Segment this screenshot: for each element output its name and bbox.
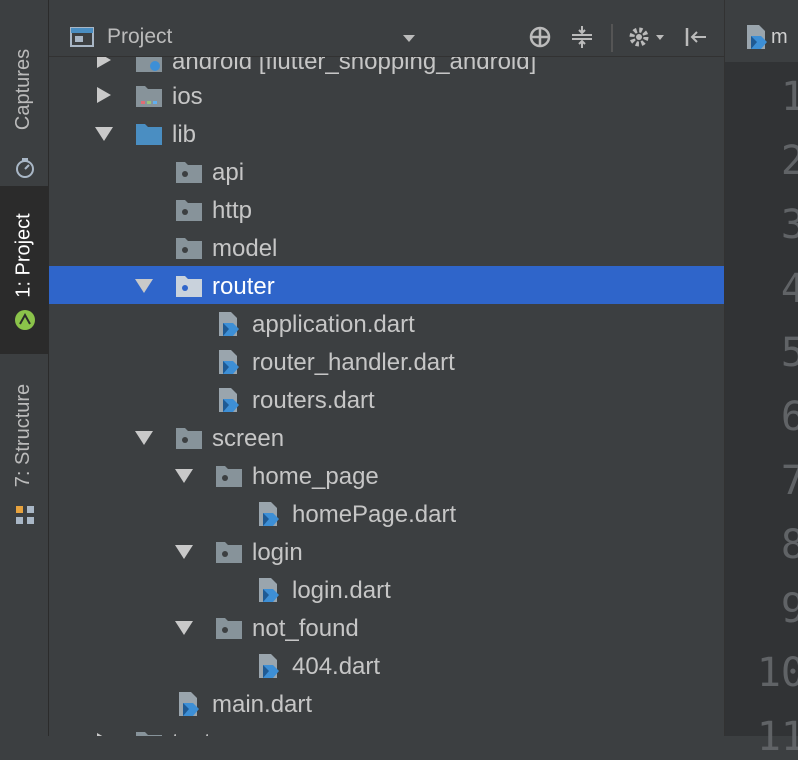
tree-item-label: router_handler.dart bbox=[252, 349, 455, 376]
tree-row-screen[interactable]: screen bbox=[49, 418, 724, 456]
package-icon bbox=[176, 162, 202, 183]
dropdown-icon[interactable] bbox=[399, 28, 419, 48]
line-number: 5 bbox=[780, 330, 798, 376]
dart-file-icon bbox=[747, 25, 767, 49]
tree-item-label: test bbox=[172, 729, 211, 736]
tree-item-label: ios bbox=[172, 83, 203, 110]
tree-row-application-dart[interactable]: application.dart bbox=[49, 304, 724, 342]
folder-icon bbox=[136, 732, 162, 736]
captures-icon bbox=[16, 158, 34, 178]
gear-icon[interactable] bbox=[627, 24, 667, 50]
tree-item-label: login bbox=[252, 539, 303, 566]
tree-item-label: screen bbox=[212, 425, 285, 452]
structure-icon bbox=[16, 506, 34, 524]
editor-tab-label: m bbox=[771, 26, 788, 48]
package-icon bbox=[216, 542, 242, 563]
collapse-arrow-icon[interactable] bbox=[175, 469, 193, 483]
line-number: 3 bbox=[780, 202, 798, 248]
project-tab-label: 1: Project bbox=[12, 213, 35, 298]
folder-icon bbox=[136, 86, 162, 107]
line-number: 11 bbox=[756, 714, 798, 760]
package-icon bbox=[176, 200, 202, 221]
collapse-arrow-icon[interactable] bbox=[135, 279, 153, 293]
package-icon bbox=[176, 428, 202, 449]
line-number-gutter: 1 2 3 4 5 6 7 8 9 10 11 bbox=[725, 62, 798, 760]
tree-row-lib[interactable]: lib bbox=[49, 114, 724, 152]
tree-item-label: lib bbox=[172, 121, 197, 148]
tree-row-404-dart[interactable]: 404.dart bbox=[49, 646, 724, 684]
line-number: 1 bbox=[780, 74, 798, 120]
line-number: 8 bbox=[780, 522, 798, 568]
dart-file-icon bbox=[219, 312, 239, 336]
line-number: 2 bbox=[780, 138, 798, 184]
tool-window-strip: Captures 1: Project 7: Structure bbox=[0, 0, 49, 736]
package-icon bbox=[176, 238, 202, 259]
tree-row-http[interactable]: http bbox=[49, 190, 724, 228]
dart-file-icon bbox=[259, 654, 279, 678]
collapse-arrow-icon[interactable] bbox=[175, 545, 193, 559]
tree-row-login-dart[interactable]: login.dart bbox=[49, 570, 724, 608]
hide-icon[interactable] bbox=[683, 24, 709, 50]
tree-item-label: homePage.dart bbox=[292, 501, 457, 528]
structure-tab[interactable]: 7: Structure bbox=[0, 366, 48, 536]
source-folder-icon bbox=[136, 124, 162, 145]
tree-item-label: 404.dart bbox=[292, 653, 381, 680]
tree-item-label: http bbox=[212, 197, 253, 224]
package-icon bbox=[176, 276, 202, 297]
tree-row-test[interactable]: test bbox=[49, 722, 724, 736]
line-number: 4 bbox=[780, 266, 798, 312]
collapse-arrow-icon[interactable] bbox=[175, 621, 193, 635]
tree-row-ios[interactable]: ios bbox=[49, 76, 724, 114]
tree-row-homepage-dart[interactable]: homePage.dart bbox=[49, 494, 724, 532]
tree-item-label: router bbox=[212, 273, 275, 300]
tree-item-label: login.dart bbox=[292, 577, 391, 604]
toolbar-divider bbox=[611, 24, 613, 52]
tree-row-login[interactable]: login bbox=[49, 532, 724, 570]
line-number: 9 bbox=[780, 586, 798, 632]
structure-tab-label: 7: Structure bbox=[12, 383, 35, 488]
project-panel-header: Project bbox=[49, 0, 724, 57]
line-number: 6 bbox=[780, 394, 798, 440]
tree-item-label: not_found bbox=[252, 615, 359, 642]
tree-item-label: main.dart bbox=[212, 691, 313, 718]
tree-row-routers-dart[interactable]: routers.dart bbox=[49, 380, 724, 418]
package-icon bbox=[216, 618, 242, 639]
collapse-icon[interactable] bbox=[569, 24, 595, 50]
project-tab[interactable]: 1: Project bbox=[0, 186, 48, 354]
tree-item-label: application.dart bbox=[252, 311, 415, 338]
project-view-icon bbox=[70, 27, 94, 47]
tree-row-model[interactable]: model bbox=[49, 228, 724, 266]
tree-item-label: home_page bbox=[252, 463, 379, 490]
dart-file-icon bbox=[259, 578, 279, 602]
captures-tab[interactable]: Captures bbox=[0, 20, 48, 178]
collapse-arrow-icon[interactable] bbox=[95, 127, 113, 141]
tree-row-main-dart[interactable]: main.dart bbox=[49, 684, 724, 722]
dart-file-icon bbox=[179, 692, 199, 716]
tree-item-label: api bbox=[212, 159, 245, 186]
editor-area: m 1 2 3 4 5 6 7 8 9 10 11 bbox=[724, 0, 798, 760]
line-number: 7 bbox=[780, 458, 798, 504]
dart-file-icon bbox=[219, 388, 239, 412]
locate-icon[interactable] bbox=[527, 24, 553, 50]
project-panel: android [flutter_shopping_android] ios l… bbox=[49, 0, 724, 736]
panel-title[interactable]: Project bbox=[107, 25, 172, 49]
package-icon bbox=[216, 466, 242, 487]
dart-file-icon bbox=[219, 350, 239, 374]
android-icon bbox=[15, 310, 35, 330]
tree-row-api[interactable]: api bbox=[49, 152, 724, 190]
captures-tab-label: Captures bbox=[12, 48, 35, 131]
line-number: 10 bbox=[756, 650, 798, 696]
tree-row-not-found[interactable]: not_found bbox=[49, 608, 724, 646]
tree-row-router[interactable]: router bbox=[49, 266, 724, 304]
tree-item-label: model bbox=[212, 235, 278, 262]
tree-row-home-page[interactable]: home_page bbox=[49, 456, 724, 494]
dart-file-icon bbox=[259, 502, 279, 526]
tree-item-label: routers.dart bbox=[252, 387, 375, 414]
tree-row-router-handler-dart[interactable]: router_handler.dart bbox=[49, 342, 724, 380]
collapse-arrow-icon[interactable] bbox=[135, 431, 153, 445]
expand-arrow-icon[interactable] bbox=[97, 87, 111, 103]
editor-tab[interactable]: m bbox=[725, 0, 798, 63]
